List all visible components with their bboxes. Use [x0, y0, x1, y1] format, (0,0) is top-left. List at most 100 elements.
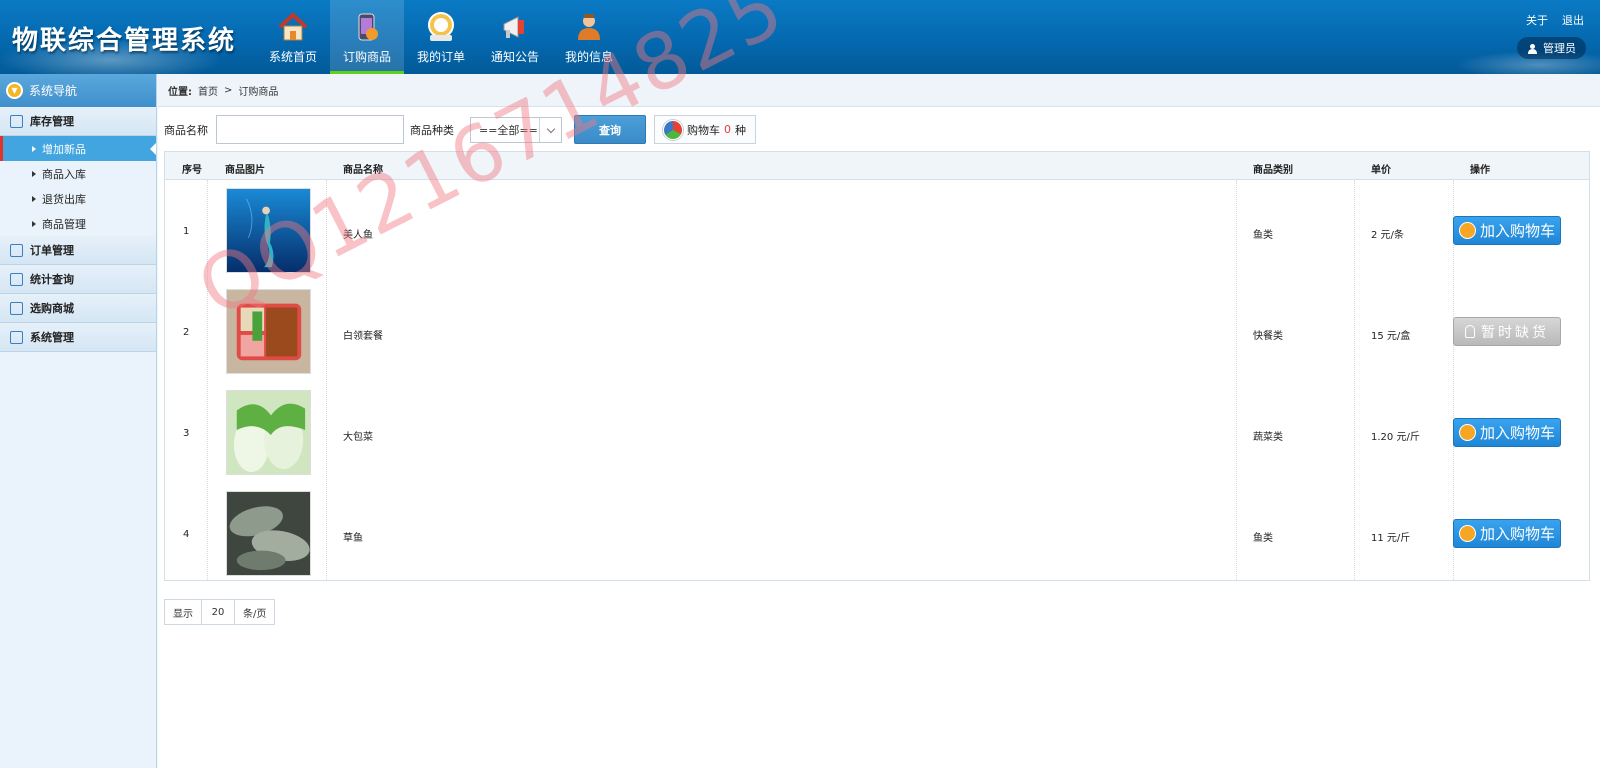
sidebar-group-label: 库存管理	[30, 115, 74, 128]
edit-icon	[10, 243, 23, 257]
category-label: 商品种类	[410, 124, 454, 137]
home-icon	[278, 12, 308, 41]
sidebar-group-inventory[interactable]: 库存管理	[0, 107, 156, 136]
caret-right-icon	[32, 220, 36, 227]
product-image-mermaid[interactable]	[226, 188, 311, 273]
add-to-cart-button[interactable]: 加入购物车	[1453, 418, 1561, 447]
list-icon	[10, 114, 23, 128]
nav-my-orders-label: 我的订单	[416, 50, 465, 64]
main-content: 位置: 首页 > 订购商品 商品名称 商品种类 ==全部== 查询 购物车 0 …	[158, 74, 1600, 768]
product-category: 快餐类	[1253, 331, 1283, 342]
breadcrumb-home[interactable]: 首页	[198, 83, 218, 98]
row-no: 3	[183, 428, 190, 439]
cart-icon	[1459, 525, 1476, 542]
filter-bar: 商品名称 商品种类 ==全部== 查询 购物车 0 种	[158, 114, 1600, 144]
sidebar-group-label: 系统管理	[30, 331, 74, 344]
product-category: 鱼类	[1253, 230, 1273, 241]
sidebar-group-label: 统计查询	[30, 273, 74, 286]
product-price: 2 元/条	[1371, 230, 1404, 241]
user-name: 管理员	[1543, 42, 1576, 55]
nav-my-orders[interactable]: 我的订单	[404, 0, 478, 74]
caret-right-icon	[32, 145, 36, 152]
nav-my-info[interactable]: 我的信息	[552, 0, 626, 74]
sidebar-title: 系统导航	[29, 84, 78, 98]
sidebar-group-stats[interactable]: 统计查询	[0, 265, 156, 294]
product-price: 1.20 元/斤	[1371, 432, 1420, 443]
breadcrumb-current: 订购商品	[238, 86, 279, 98]
sidebar: ▼ 系统导航 库存管理 增加新品 商品入库 退货出库 商品管理 订单管理 统计查…	[0, 74, 157, 768]
col-action: 操作	[1470, 165, 1490, 176]
about-link[interactable]: 关于	[1526, 12, 1548, 28]
chat-icon	[10, 272, 23, 286]
phone-icon	[358, 13, 378, 41]
user-small-icon	[1528, 43, 1537, 54]
sidebar-item-return-out[interactable]: 退货出库	[0, 186, 156, 211]
product-image-grass-carp[interactable]	[226, 491, 311, 576]
product-image-lunchbox[interactable]	[226, 289, 311, 374]
sidebar-item-label: 商品入库	[42, 167, 86, 181]
sidebar-group-label: 选购商城	[30, 302, 74, 315]
megaphone-icon	[503, 16, 524, 38]
nav-home[interactable]: 系统首页	[256, 0, 330, 74]
breadcrumb-prefix: 位置:	[168, 86, 192, 98]
page-size-input[interactable]: 20	[201, 600, 235, 624]
chevron-down-icon	[539, 118, 561, 142]
cart-pie-icon	[663, 119, 683, 140]
sidebar-group-shop[interactable]: 选购商城	[0, 294, 156, 323]
nav-order-goods[interactable]: 订购商品	[330, 0, 404, 74]
add-to-cart-label: 加入购物车	[1480, 222, 1556, 240]
sidebar-item-label: 商品管理	[42, 217, 86, 231]
table-row: 1 美人鱼 鱼类 2 元/条 加入购物车	[165, 180, 1589, 281]
sidebar-group-system[interactable]: 系统管理	[0, 323, 156, 352]
sidebar-item-product-manage[interactable]: 商品管理	[0, 211, 156, 236]
add-to-cart-button[interactable]: 加入购物车	[1453, 216, 1561, 245]
sidebar-group-label: 订单管理	[30, 244, 74, 257]
chevron-down-icon: ▼	[6, 82, 23, 99]
bulb-icon	[1465, 325, 1475, 338]
nav-my-info-label: 我的信息	[564, 50, 613, 64]
row-no: 1	[183, 226, 190, 237]
table-row: 4 草鱼 鱼类 11 元/斤 加入购物车	[165, 483, 1589, 584]
cart-label: 购物车	[687, 123, 720, 137]
table-row: 2 白领套餐 快餐类 15 元/盒 暂时缺货	[165, 281, 1589, 382]
nav-notice[interactable]: 通知公告	[478, 0, 552, 74]
sidebar-group-orders[interactable]: 订单管理	[0, 236, 156, 265]
name-label: 商品名称	[164, 124, 208, 137]
add-to-cart-label: 加入购物车	[1480, 424, 1556, 442]
add-to-cart-button[interactable]: 加入购物车	[1453, 519, 1561, 548]
row-no: 2	[183, 327, 190, 338]
top-links: 关于 退出	[1526, 12, 1584, 28]
product-price: 15 元/盒	[1371, 331, 1411, 342]
edit-icon	[10, 301, 23, 315]
user-badge[interactable]: 管理员	[1517, 37, 1586, 59]
sidebar-item-add-product[interactable]: 增加新品	[0, 136, 156, 161]
product-name: 草鱼	[343, 533, 363, 544]
user-icon	[578, 14, 600, 40]
query-button[interactable]: 查询	[574, 115, 646, 144]
product-name: 大包菜	[343, 432, 373, 443]
sidebar-item-stock-in[interactable]: 商品入库	[0, 161, 156, 186]
logout-link[interactable]: 退出	[1562, 12, 1584, 28]
cart-button[interactable]: 购物车 0 种	[654, 115, 756, 144]
sidebar-header: ▼ 系统导航	[0, 74, 156, 107]
product-name-input[interactable]	[216, 115, 404, 144]
out-of-stock-label: 暂时缺货	[1481, 324, 1549, 341]
col-image: 商品图片	[225, 165, 265, 176]
product-table: 序号 商品图片 商品名称 商品类别 单价 操作 1 美人鱼 鱼类 2 元/条 加…	[164, 151, 1590, 581]
product-image-cabbage[interactable]	[226, 390, 311, 475]
col-no: 序号	[182, 165, 202, 176]
sidebar-item-label: 增加新品	[42, 142, 86, 156]
table-row: 3 大包菜 蔬菜类 1.20 元/斤 加入购物车	[165, 382, 1589, 483]
nav-order-goods-label: 订购商品	[342, 50, 391, 64]
col-price: 单价	[1371, 165, 1391, 176]
product-price: 11 元/斤	[1371, 533, 1411, 544]
product-category: 鱼类	[1253, 533, 1273, 544]
out-of-stock-button: 暂时缺货	[1453, 317, 1561, 346]
category-selected-value: ==全部==	[479, 124, 538, 137]
pager-show-label: 显示	[173, 608, 193, 620]
cart-icon	[1459, 424, 1476, 441]
category-select[interactable]: ==全部==	[470, 117, 562, 143]
nav-notice-label: 通知公告	[490, 50, 539, 64]
breadcrumb: 位置: 首页 > 订购商品	[158, 74, 1600, 107]
table-header: 序号 商品图片 商品名称 商品类别 单价 操作	[165, 152, 1589, 180]
